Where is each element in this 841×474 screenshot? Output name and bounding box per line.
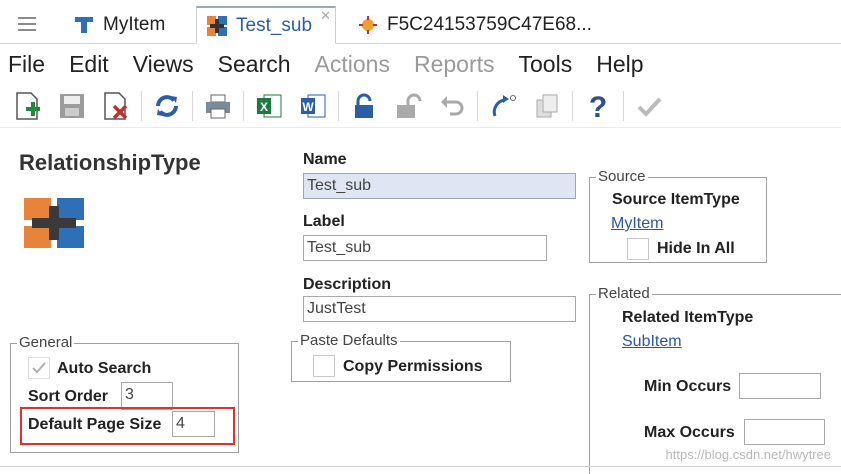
refresh-icon[interactable] — [150, 89, 184, 123]
menu-tools[interactable]: Tools — [507, 44, 585, 84]
tab-label: MyItem — [103, 14, 166, 35]
sort-order-label: Sort Order — [28, 388, 109, 405]
tab-label: Test_sub — [236, 14, 313, 36]
menu-edit[interactable]: Edit — [57, 44, 121, 84]
toolbar-divider — [572, 90, 573, 121]
source-legend: Source — [596, 168, 648, 185]
max-occurs-label: Max Occurs — [644, 424, 735, 441]
highlight-annotation — [20, 407, 235, 445]
menu-file[interactable]: File — [0, 44, 57, 84]
source-itemtype-link[interactable]: MyItem — [611, 215, 663, 233]
new-icon[interactable] — [11, 89, 45, 123]
toolbar-divider — [338, 90, 339, 121]
hide-in-all-checkbox[interactable] — [627, 238, 649, 260]
min-occurs-field[interactable] — [739, 373, 821, 399]
lock-icon[interactable] — [347, 89, 381, 123]
related-legend: Related — [596, 285, 652, 302]
menu-actions[interactable]: Actions — [303, 44, 402, 84]
toolbar-divider — [623, 90, 624, 121]
auto-search-checkbox[interactable] — [28, 357, 50, 379]
tab-guid[interactable]: F5C24153759C47E68... — [348, 6, 608, 44]
name-label: Name — [303, 151, 347, 168]
related-itemtype-label: Related ItemType — [622, 309, 754, 326]
item-icon — [359, 16, 377, 34]
description-field[interactable]: JustTest — [303, 296, 576, 322]
tab-bar: MyItem Test_sub ✕ F5C24153759C47E68... — [0, 0, 841, 44]
tab-test-sub[interactable]: Test_sub ✕ — [196, 6, 336, 44]
menu-views[interactable]: Views — [121, 44, 206, 84]
relationshiptype-icon — [24, 198, 84, 248]
toolbar: X W ? — [0, 84, 841, 128]
relationshiptype-icon — [207, 15, 227, 36]
watermark: https://blog.csdn.net/hwytree — [665, 447, 831, 462]
svg-text:?: ? — [589, 91, 607, 121]
done-icon[interactable] — [632, 89, 666, 123]
word-icon[interactable]: W — [296, 89, 330, 123]
undo-icon[interactable] — [435, 89, 469, 123]
description-label: Description — [303, 276, 392, 293]
general-legend: General — [17, 334, 75, 351]
unlock-icon[interactable] — [391, 89, 425, 123]
source-itemtype-label: Source ItemType — [612, 191, 740, 208]
svg-text:X: X — [260, 100, 268, 114]
print-icon[interactable] — [201, 89, 235, 123]
label-label: Label — [303, 213, 345, 230]
label-field[interactable]: Test_sub — [303, 235, 547, 261]
max-occurs-field[interactable] — [744, 419, 825, 445]
hamburger-menu-icon[interactable] — [18, 17, 36, 31]
promote-icon[interactable] — [486, 89, 520, 123]
checkmark-icon — [32, 362, 46, 374]
toolbar-divider — [243, 90, 244, 121]
min-occurs-label: Min Occurs — [644, 378, 732, 395]
name-field[interactable]: Test_sub — [303, 173, 576, 199]
menu-search[interactable]: Search — [206, 44, 303, 84]
related-itemtype-link[interactable]: SubItem — [622, 333, 682, 351]
tab-myitem[interactable]: MyItem — [64, 6, 194, 44]
tab-label: F5C24153759C47E68... — [387, 14, 592, 35]
menu-bar: File Edit Views Search Actions Reports T… — [0, 44, 841, 84]
toolbar-divider — [192, 90, 193, 121]
excel-icon[interactable]: X — [252, 89, 286, 123]
copy-icon[interactable] — [530, 89, 564, 123]
save-icon[interactable] — [55, 89, 89, 123]
copy-permissions-checkbox[interactable] — [313, 355, 335, 377]
copy-permissions-label: Copy Permissions — [343, 358, 483, 375]
svg-text:W: W — [302, 100, 314, 114]
close-icon[interactable]: ✕ — [320, 9, 331, 22]
menu-help[interactable]: Help — [584, 44, 655, 84]
paste-defaults-legend: Paste Defaults — [298, 332, 400, 349]
page-title: RelationshipType — [19, 150, 201, 175]
menu-reports[interactable]: Reports — [402, 44, 507, 84]
auto-search-label: Auto Search — [57, 360, 152, 377]
bottom-divider — [0, 466, 841, 467]
sort-order-field[interactable]: 3 — [121, 382, 173, 410]
hide-in-all-label: Hide In All — [657, 240, 735, 257]
delete-icon[interactable] — [99, 89, 133, 123]
toolbar-divider — [477, 90, 478, 121]
help-icon[interactable]: ? — [581, 89, 615, 123]
toolbar-divider — [141, 90, 142, 121]
itemtype-icon — [75, 17, 93, 33]
